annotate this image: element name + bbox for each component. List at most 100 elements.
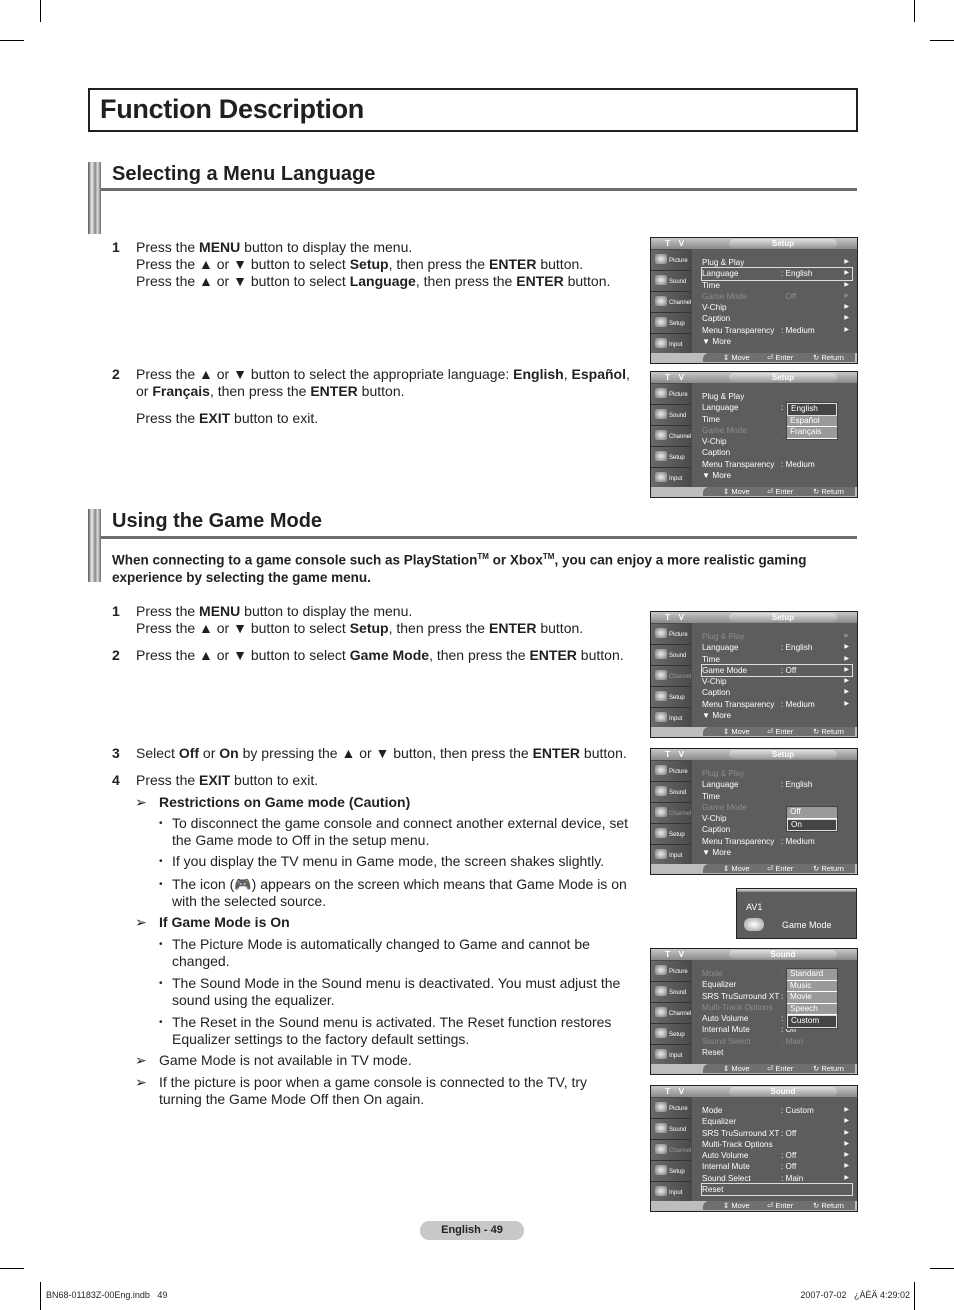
dropdown-option[interactable]: Speech [787,1004,837,1015]
menu-footer: ⇕ Move ⏎ Enter ↻ Return [651,353,857,363]
menu-row[interactable]: Language: English ▶ [702,642,852,653]
sidebar-item-input[interactable]: Input [651,845,691,866]
menu-row[interactable]: Language: English ▶ [701,267,853,281]
sidebar-item-input[interactable]: Input [651,708,691,729]
menu-row[interactable]: Multi-Track Options ▶ [702,1139,852,1150]
dropdown-option[interactable]: English [787,403,837,416]
arrow-right-icon: ▶ [844,1129,849,1136]
sidebar-item-picture[interactable]: Picture [651,250,691,271]
step-1: 1 Press the MENU button to display the me… [112,603,584,636]
sidebar-item-setup[interactable]: Setup [651,1024,691,1045]
section-title-game: Using the Game Mode [112,510,323,532]
menu-row[interactable]: ▼ More [702,336,852,347]
menu-sidebar: Picture Sound Channel Setup Input [651,960,692,1066]
dropdown-option[interactable]: Music [787,981,837,992]
sound-icon [655,986,667,996]
sidebar-item-input[interactable]: Input [651,1045,691,1066]
sidebar-item-sound[interactable]: Sound [651,782,691,803]
menu-row[interactable]: Language: English [702,779,852,790]
menu-row[interactable]: Time ▶ [702,654,852,665]
menu-row[interactable]: Menu Transparency: Medium ▶ [702,325,852,336]
menu-row[interactable]: Caption ▶ [702,687,852,698]
sidebar-item-setup[interactable]: Setup [651,1161,691,1182]
dropdown-option[interactable]: Español [787,416,837,427]
dropdown-list[interactable]: English Español Français [786,402,838,440]
dropdown-option[interactable]: Movie [787,992,837,1004]
menu-title: Setup [729,373,837,382]
menu-row[interactable]: V-Chip ▶ [702,302,852,313]
sidebar-item-setup[interactable]: Setup [651,447,691,468]
channel-icon [655,430,667,440]
menu-row[interactable]: Reset [701,1183,853,1197]
sidebar-item-setup[interactable]: Setup [651,824,691,845]
menu-row[interactable]: Internal Mute: Off ▶ [702,1161,852,1172]
menu-row[interactable]: Menu Transparency: Medium [702,836,852,847]
arrow-right-icon: ▶ [844,1140,849,1147]
sidebar-item-sound[interactable]: Sound [651,271,691,292]
sidebar-item-setup[interactable]: Setup [651,687,691,708]
menu-title: Sound [729,950,837,959]
menu-row[interactable]: Menu Transparency: Medium ▶ [702,699,852,710]
sidebar-item-picture[interactable]: Picture [651,384,691,405]
sidebar-item-channel[interactable]: Channel [651,426,691,447]
sidebar-item-picture[interactable]: Picture [651,961,691,982]
menu-row[interactable]: Plug & Play [702,391,852,402]
menu-row[interactable]: ▼ More [702,710,852,721]
dropdown-option[interactable]: Français [787,427,837,439]
menu-row[interactable]: Caption ▶ [702,313,852,324]
menu-row[interactable]: Time ▶ [702,280,852,291]
menu-row[interactable]: Plug & Play ▶ [702,257,852,268]
crop-mark [930,40,954,41]
menu-row[interactable]: SRS TruSurround XT: Off ▶ [702,1128,852,1139]
menu-row[interactable]: Menu Transparency: Medium [702,459,852,470]
sidebar-item-channel[interactable]: Channel [651,1140,691,1161]
menu-row[interactable]: Game Mode: Off ▶ [701,663,853,678]
dropdown-list[interactable]: Off On [786,806,838,832]
dropdown-option[interactable]: Off [787,807,837,819]
menu-row[interactable]: Sound Select: Main ▶ [702,1173,852,1184]
menu-row[interactable]: Time [702,791,852,802]
menu-row[interactable]: Mode: Custom ▶ [702,1105,852,1116]
section-rule [101,536,857,539]
dropdown-option[interactable]: On [787,818,837,831]
sidebar-item-setup[interactable]: Setup [651,313,691,334]
sidebar-item-sound[interactable]: Sound [651,405,691,426]
sidebar-item-picture[interactable]: Picture [651,1098,691,1119]
menu-row[interactable]: Auto Volume: Off ▶ [702,1150,852,1161]
menu-row[interactable]: Equalizer ▶ [702,1116,852,1127]
sidebar-item-channel[interactable]: Channel [651,803,691,824]
sidebar-item-channel[interactable]: Channel [651,292,691,313]
menu-row[interactable]: V-Chip ▶ [702,676,852,687]
sidebar-item-channel[interactable]: Channel [651,666,691,687]
sidebar-item-picture[interactable]: Picture [651,624,691,645]
sidebar-item-input[interactable]: Input [651,334,691,355]
menu-row[interactable]: ▼ More [702,470,852,481]
menu-row[interactable]: Reset [702,1047,852,1058]
sidebar-item-input[interactable]: Input [651,468,691,489]
dropdown-option[interactable]: Standard [787,969,837,981]
dropdown-option[interactable]: Custom [787,1015,837,1028]
menu-row[interactable]: Game Mode: Off ▶ [702,291,852,302]
return-hint: ↻ Return [813,1064,844,1073]
page-title: Function Description [100,94,365,124]
menu-row[interactable]: Sound Select: Main [702,1036,852,1047]
crop-mark [914,1282,915,1310]
move-hint: ⇕ Move [723,1064,750,1073]
menu-row[interactable]: Caption [702,447,852,458]
dropdown-list[interactable]: Standard Music Movie Speech Custom [786,968,838,1029]
menu-items: Mode: Custom ▶ Equalizer ▶ SRS TruSurround X… [701,1105,853,1197]
menu-row[interactable]: Plug & Play [702,768,852,779]
sidebar-item-sound[interactable]: Sound [651,982,691,1003]
tv-menu-sound-reset: T V Sound Picture Sound Channel Setup Input Mod… [650,1085,858,1212]
sidebar-item-picture[interactable]: Picture [651,761,691,782]
page-title-box: Function Description [88,88,858,132]
sidebar-item-channel[interactable]: Channel [651,1003,691,1024]
menu-row[interactable]: ▼ More [702,847,852,858]
move-hint: ⇕ Move [723,864,750,873]
sidebar-item-input[interactable]: Input [651,1182,691,1203]
sidebar-item-sound[interactable]: Sound [651,1119,691,1140]
bullet-item: • The Sound Mode in the Sound menu is dea… [159,975,621,1008]
menu-row[interactable]: Plug & Play ▶ [702,631,852,642]
sidebar-item-sound[interactable]: Sound [651,645,691,666]
game-mode-osd: AV1 Game Mode [736,888,857,939]
